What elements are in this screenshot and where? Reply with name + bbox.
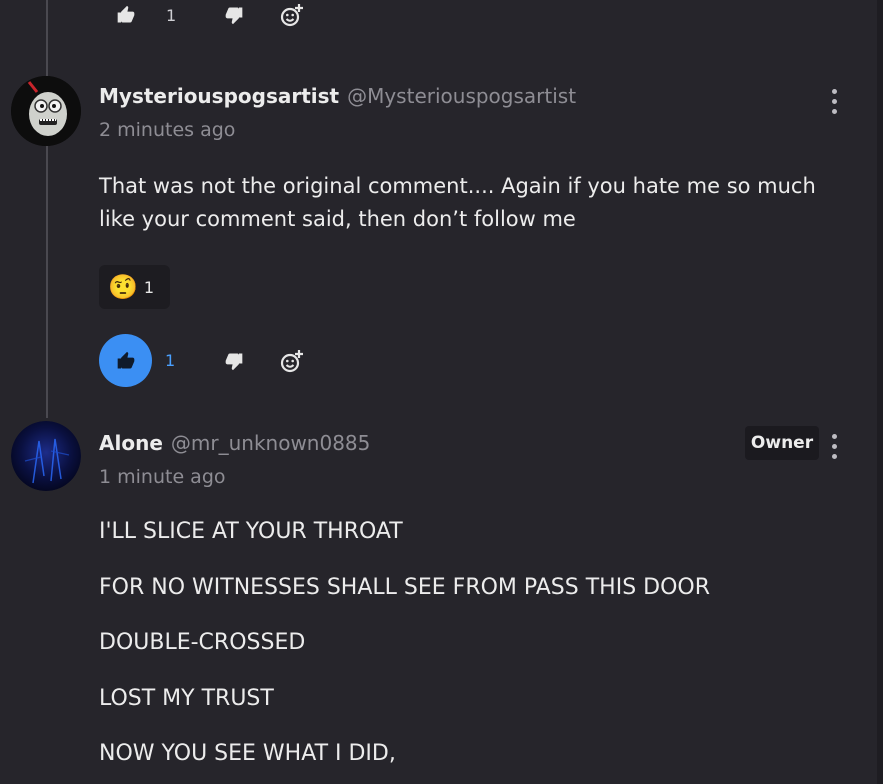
- add-reaction-icon: [281, 349, 304, 372]
- add-reaction-button[interactable]: [278, 348, 306, 374]
- more-vert-icon-dot: [831, 99, 837, 104]
- previous-comment-actions: 1: [112, 0, 306, 30]
- like-button[interactable]: [112, 5, 140, 25]
- comment-timestamp: 1 minute ago: [99, 466, 226, 488]
- reaction-count: 1: [143, 277, 155, 297]
- avatar[interactable]: [11, 421, 81, 491]
- more-options-button[interactable]: [829, 89, 839, 114]
- comment-line: like your comment said, then don’t follo…: [99, 207, 576, 231]
- like-button-active[interactable]: [99, 334, 152, 387]
- comment-line: FOR NO WITNESSES SHALL SEE FROM PASS THI…: [99, 575, 711, 600]
- reaction-chip[interactable]: 🤨 1: [99, 265, 170, 309]
- thumbs-up-icon: [117, 5, 135, 23]
- thumbs-down-icon: [225, 7, 243, 25]
- more-vert-icon-dot: [831, 444, 837, 449]
- author-name[interactable]: Mysteriouspogsartist: [99, 84, 339, 108]
- comment-timestamp: 2 minutes ago: [99, 119, 236, 141]
- thumbs-up-icon: [117, 351, 134, 368]
- comment-body: That was not the original comment.... Ag…: [99, 170, 839, 236]
- more-options-button[interactable]: [829, 434, 839, 459]
- owner-badge: Owner: [745, 426, 819, 460]
- comment-line: That was not the original comment.... Ag…: [99, 174, 816, 198]
- thumbs-down-icon: [225, 353, 243, 370]
- comment-line: LOST MY TRUST: [99, 686, 274, 711]
- add-reaction-icon: [281, 4, 304, 27]
- more-vert-icon-dot: [831, 434, 837, 439]
- comment-actions: 1: [99, 334, 306, 387]
- more-vert-icon-dot: [831, 109, 837, 114]
- comment-author-line: Alone @mr_unknown0885: [99, 431, 370, 455]
- author-handle[interactable]: @mr_unknown0885: [171, 431, 370, 455]
- dislike-button[interactable]: [220, 5, 248, 25]
- dislike-button[interactable]: [220, 351, 248, 371]
- comment-line: I'LL SLICE AT YOUR THROAT: [99, 519, 403, 544]
- comment-line: NOW YOU SEE WHAT I DID,: [99, 741, 396, 766]
- avatar[interactable]: [11, 76, 81, 146]
- like-count: 1: [165, 351, 176, 370]
- more-vert-icon-dot: [831, 89, 837, 94]
- avatar-image: [11, 76, 81, 146]
- like-count: 1: [166, 5, 177, 25]
- avatar-image: [11, 421, 81, 491]
- comment-author-line: Mysteriouspogsartist @Mysteriouspogsarti…: [99, 84, 576, 108]
- thread-line: [46, 0, 48, 418]
- author-handle[interactable]: @Mysteriouspogsartist: [347, 84, 576, 108]
- author-name[interactable]: Alone: [99, 431, 163, 455]
- raised-eyebrow-emoji: 🤨: [108, 273, 138, 301]
- scrollbar-track[interactable]: [877, 0, 883, 784]
- add-reaction-button[interactable]: [278, 2, 306, 28]
- more-vert-icon-dot: [831, 454, 837, 459]
- comment-line: DOUBLE-CROSSED: [99, 630, 306, 655]
